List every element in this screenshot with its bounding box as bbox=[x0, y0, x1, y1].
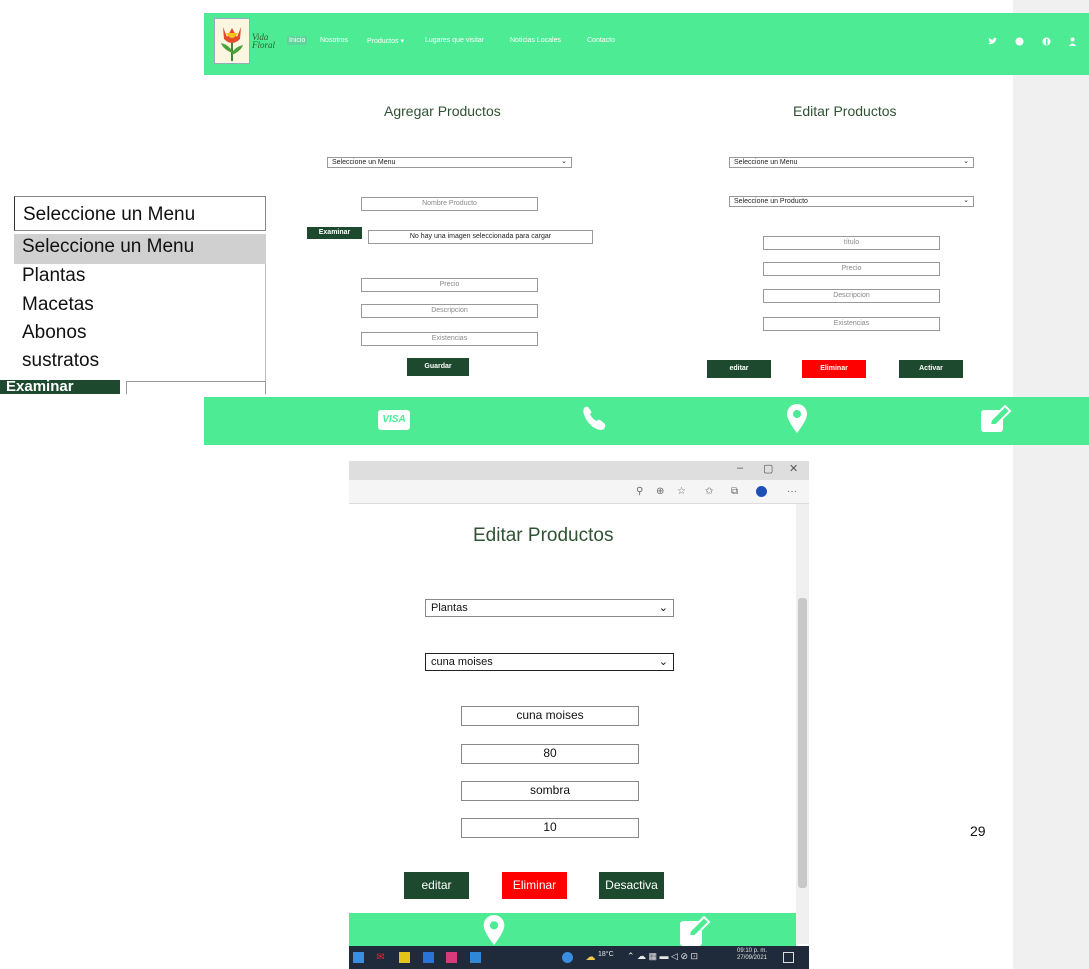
close-icon[interactable]: ✕ bbox=[789, 462, 798, 475]
guardar-button[interactable]: Guardar bbox=[407, 358, 469, 376]
store-icon[interactable] bbox=[423, 952, 434, 963]
existencias-input[interactable]: Existencias bbox=[361, 332, 538, 346]
editar-product-select-value: Seleccione un Producto bbox=[734, 198, 808, 205]
editar-descripcion-input[interactable]: Descripcion bbox=[763, 289, 940, 303]
bottom-product-select-value: cuna moises bbox=[431, 656, 493, 668]
more-icon[interactable]: ··· bbox=[787, 486, 797, 497]
bottom-eliminar-button[interactable]: Eliminar bbox=[502, 872, 567, 899]
weather-text: 18°C bbox=[598, 951, 614, 958]
chevron-down-icon: ⌄ bbox=[658, 602, 668, 614]
scrollbar-thumb[interactable] bbox=[798, 598, 807, 888]
clock-time: 09:10 p. m. bbox=[737, 948, 768, 954]
vscode-icon[interactable] bbox=[470, 952, 481, 963]
twitter-icon[interactable] bbox=[988, 37, 997, 46]
bottom-editar-button[interactable]: editar bbox=[404, 872, 469, 899]
menu-dropdown[interactable]: Seleccione un Menu bbox=[14, 196, 266, 231]
logo[interactable] bbox=[214, 18, 250, 64]
menu-option-plantas[interactable]: Plantas bbox=[22, 265, 85, 287]
bottom-precio-input[interactable]: 80 bbox=[461, 744, 639, 764]
examinar-button[interactable]: Examinar bbox=[307, 227, 362, 239]
nombre-producto-input[interactable]: Nombre Producto bbox=[361, 197, 538, 211]
menu-option-seleccione[interactable]: Seleccione un Menu bbox=[22, 236, 194, 258]
logo-text: Vida Floral bbox=[252, 32, 276, 50]
start-icon[interactable] bbox=[353, 952, 364, 963]
nav-nosotros[interactable]: Nosotros bbox=[320, 37, 348, 44]
menu-option-abonos[interactable]: Abonos bbox=[22, 322, 86, 344]
app-icon[interactable] bbox=[399, 952, 410, 963]
precio-input[interactable]: Precio bbox=[361, 278, 538, 292]
bottom-editar-title: Editar Productos bbox=[473, 525, 614, 546]
location-icon[interactable] bbox=[785, 404, 809, 439]
eliminar-button[interactable]: Eliminar bbox=[802, 360, 866, 378]
clock[interactable]: 09:10 p. m. 27/09/2021 bbox=[737, 948, 767, 962]
profile-icon[interactable] bbox=[756, 486, 767, 497]
page-number: 29 bbox=[970, 823, 986, 839]
nav-noticias[interactable]: Noticias Locales bbox=[510, 37, 561, 44]
file-status: No hay una imagen seleccionada para carg… bbox=[368, 230, 593, 244]
editar-product-select[interactable]: Seleccione un Producto ⌄ bbox=[729, 196, 974, 207]
examinar-button-cropped[interactable]: Examinar bbox=[0, 380, 120, 394]
phone-icon[interactable] bbox=[580, 404, 610, 439]
agregar-menu-select[interactable]: Seleccione un Menu ⌄ bbox=[327, 157, 572, 168]
chevron-down-icon: ⌄ bbox=[963, 197, 969, 204]
chevron-down-icon: ⌄ bbox=[963, 158, 969, 165]
navbar bbox=[204, 13, 1089, 75]
chevron-down-icon: ⌄ bbox=[658, 656, 668, 668]
nav-productos[interactable]: Productos ▾ bbox=[367, 37, 404, 45]
bottom-footer bbox=[349, 913, 796, 946]
bottom-product-select[interactable]: cuna moises ⌄ bbox=[425, 653, 674, 671]
notifications-icon[interactable] bbox=[783, 952, 794, 963]
zoom-icon[interactable]: ⊕ bbox=[656, 486, 664, 497]
edit-icon[interactable] bbox=[980, 404, 1012, 440]
nav-inicio[interactable]: Inicio bbox=[287, 36, 308, 45]
titulo-input[interactable]: título bbox=[763, 236, 940, 250]
agregar-title: Agregar Productos bbox=[384, 103, 501, 119]
facebook-icon[interactable] bbox=[1042, 37, 1051, 46]
mail-icon[interactable]: ✉ bbox=[375, 952, 386, 963]
collections-icon[interactable]: ⧉ bbox=[731, 486, 738, 497]
nav-productos-label: Productos bbox=[367, 38, 399, 45]
editar-button[interactable]: editar bbox=[707, 360, 771, 378]
menu-option-sustratos[interactable]: sustratos bbox=[22, 350, 99, 372]
address-bar[interactable] bbox=[349, 480, 809, 504]
clock-date: 27/09/2021 bbox=[737, 955, 768, 961]
descripcion-input[interactable]: Descripcion bbox=[361, 304, 538, 318]
footer bbox=[204, 397, 1089, 445]
tulip-icon bbox=[221, 27, 243, 61]
editar-menu-select[interactable]: Seleccione un Menu ⌄ bbox=[729, 157, 974, 168]
right-margin-panel bbox=[1013, 0, 1089, 969]
minimize-icon[interactable]: – bbox=[737, 462, 743, 474]
read-aloud-icon[interactable]: ☆ bbox=[677, 486, 686, 497]
editar-menu-select-value: Seleccione un Menu bbox=[734, 159, 798, 166]
bottom-menu-select-value: Plantas bbox=[431, 602, 468, 614]
maximize-icon[interactable]: ▢ bbox=[763, 462, 773, 475]
help-icon[interactable] bbox=[562, 952, 573, 963]
editar-precio-input[interactable]: Precio bbox=[763, 262, 940, 276]
bottom-existencias-input[interactable]: 10 bbox=[461, 818, 639, 838]
chevron-down-icon: ▾ bbox=[400, 38, 404, 45]
xampp-icon[interactable] bbox=[446, 952, 457, 963]
user-icon[interactable] bbox=[1068, 37, 1077, 46]
file-input-cropped bbox=[126, 381, 266, 394]
agregar-menu-select-value: Seleccione un Menu bbox=[332, 159, 396, 166]
visa-icon[interactable]: VISA bbox=[378, 410, 410, 430]
tray-icons[interactable]: ⌃ ☁ ▦ ▬ ◁ ⊘ ⊡ bbox=[627, 951, 698, 962]
bottom-menu-select[interactable]: Plantas ⌄ bbox=[425, 599, 674, 617]
bottom-titulo-input[interactable]: cuna moises bbox=[461, 706, 639, 726]
editar-title: Editar Productos bbox=[793, 103, 897, 119]
activar-button[interactable]: Activar bbox=[899, 360, 963, 378]
nav-lugares[interactable]: Lugares que visitar bbox=[425, 37, 484, 44]
weather-icon: ☁ bbox=[585, 952, 596, 963]
bottom-desactivar-button[interactable]: Desactiva bbox=[599, 872, 664, 899]
key-icon[interactable]: ⚲ bbox=[636, 486, 643, 497]
nav-contacto[interactable]: Contacto bbox=[587, 37, 615, 44]
editar-existencias-input[interactable]: Existencias bbox=[763, 317, 940, 331]
favorite-icon[interactable]: ✩ bbox=[705, 486, 713, 497]
instagram-icon[interactable] bbox=[1015, 37, 1024, 46]
menu-option-macetas[interactable]: Macetas bbox=[22, 294, 94, 316]
chevron-down-icon: ⌄ bbox=[561, 158, 567, 165]
bottom-descripcion-input[interactable]: sombra bbox=[461, 781, 639, 801]
